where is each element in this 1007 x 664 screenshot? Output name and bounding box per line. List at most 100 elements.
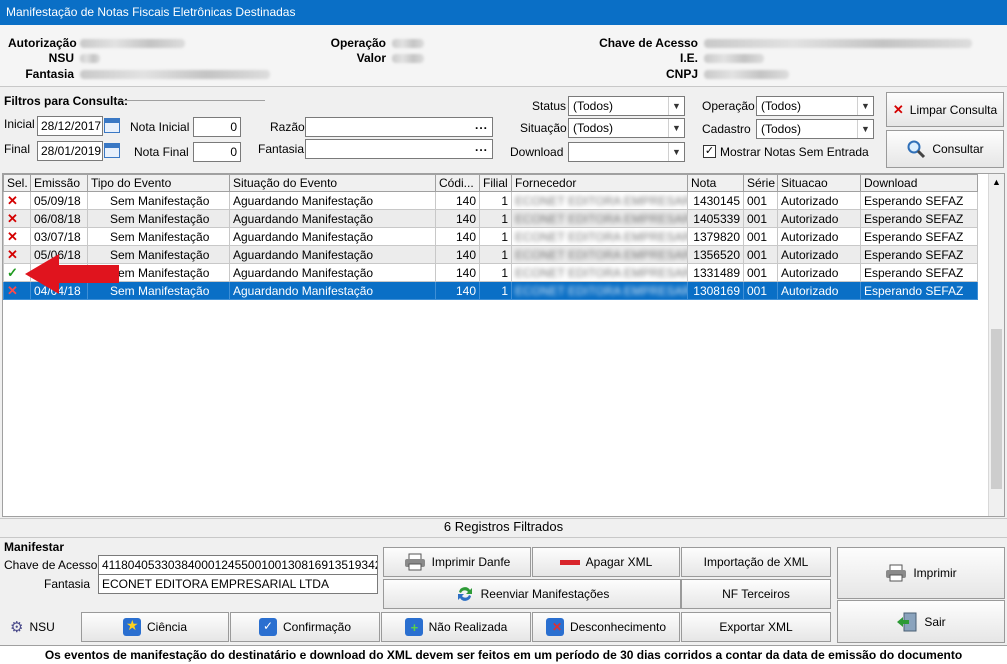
apagar-xml-button[interactable]: Apagar XML (532, 547, 680, 577)
status-select-value: (Todos) (573, 99, 614, 113)
nsu-button-label: NSU (29, 620, 55, 634)
table-row[interactable]: ✕ 06/08/18 Sem Manifestação Aguardando Mani… (3, 209, 978, 228)
serie-cell: 001 (743, 281, 778, 300)
limpar-consulta-button[interactable]: ✕ Limpar Consulta (886, 92, 1004, 127)
imprimir-danfe-button[interactable]: Imprimir Danfe (383, 547, 531, 577)
fantasia-input[interactable]: ... (305, 139, 493, 159)
column-header[interactable]: Situação do Evento (229, 174, 436, 192)
exit-door-icon (897, 612, 917, 631)
filial-cell: 1 (479, 191, 512, 210)
nsu-value (80, 54, 100, 63)
serie-cell: 001 (743, 227, 778, 246)
situacao-select[interactable]: (Todos) ▼ (568, 118, 685, 138)
nota-cell: 1405339 (687, 209, 744, 228)
razao-lookup-button[interactable]: ... (475, 118, 488, 132)
scroll-thumb[interactable] (991, 329, 1002, 489)
scroll-up-icon[interactable]: ▲ (992, 177, 1001, 187)
razao-label: Razão (270, 120, 305, 134)
nf-terceiros-label: NF Terceiros (722, 587, 790, 601)
grid-scrollbar[interactable]: ▲ (988, 174, 1004, 516)
column-header[interactable]: Nota (687, 174, 744, 192)
magnifier-icon (907, 140, 926, 159)
nota-final-label: Nota Final (134, 145, 189, 159)
manifestar-panel: Manifestar Chave de Acesso 4118040533038… (0, 537, 1007, 645)
table-row[interactable]: ✕ 05/09/18 Sem Manifestação Aguardando Mani… (3, 191, 978, 210)
status-label: Status (532, 99, 567, 113)
window-titlebar: Manifestação de Notas Fiscais Eletrônica… (0, 0, 1007, 25)
ie-value (704, 54, 764, 63)
codigo-cell: 140 (435, 245, 480, 264)
column-header[interactable]: Códi... (435, 174, 480, 192)
column-header[interactable]: Download (860, 174, 978, 192)
unselected-x-icon[interactable]: ✕ (3, 227, 31, 246)
serie-cell: 001 (743, 263, 778, 282)
unselected-x-icon[interactable]: ✕ (3, 209, 31, 228)
fantasia-lookup-button[interactable]: ... (475, 140, 488, 154)
status-select[interactable]: (Todos) ▼ (568, 96, 685, 116)
table-row[interactable]: ✓03/05/18Sem ManifestaçãoAguardando Mani… (3, 263, 978, 282)
situacao2-cell: Autorizado (777, 227, 861, 246)
imprimir-button[interactable]: Imprimir (837, 547, 1005, 599)
exportar-xml-button[interactable]: Exportar XML (681, 612, 831, 642)
consultar-button[interactable]: Consultar (886, 130, 1004, 168)
codigo-cell: 140 (435, 263, 480, 282)
column-header[interactable]: Fornecedor (511, 174, 688, 192)
printer-icon (404, 553, 425, 571)
chave-manifest-input[interactable]: 4118040533038400012455001001308169135193… (98, 555, 378, 575)
nao-realizada-button[interactable]: + Não Realizada (381, 612, 531, 642)
desconhecimento-button[interactable]: ✕ Desconhecimento (532, 612, 680, 642)
ciencia-star-icon: ★ (122, 617, 141, 636)
fornecedor-cell: ECONET EDITORA EMPRESARIAL LTDA (511, 263, 688, 282)
nota-cell: 1308169 (687, 281, 744, 300)
nao-realizada-label: Não Realizada (428, 620, 508, 634)
razao-input[interactable]: ... (305, 117, 493, 137)
ciencia-button[interactable]: ★ Ciência (81, 612, 229, 642)
autorizacao-label: Autorização (8, 36, 77, 50)
column-header[interactable]: Série (743, 174, 778, 192)
column-header[interactable]: Situacao (777, 174, 861, 192)
importacao-xml-button[interactable]: Importação de XML (681, 547, 831, 577)
chevron-down-icon: ▼ (857, 97, 873, 115)
inicial-calendar-icon[interactable] (104, 118, 120, 133)
nsu-button[interactable]: ⚙ NSU (4, 612, 80, 642)
inicial-date-input[interactable]: 28/12/2017 (37, 116, 103, 136)
sair-button[interactable]: Sair (837, 600, 1005, 643)
footer-notice: Os eventos de manifestação do destinatár… (0, 645, 1007, 664)
nota-inicial-input[interactable]: 0 (193, 117, 241, 137)
unselected-x-icon[interactable]: ✕ (3, 191, 31, 210)
filial-cell: 1 (479, 245, 512, 264)
column-header[interactable]: Emissão (30, 174, 88, 192)
nota-final-input[interactable]: 0 (193, 142, 241, 162)
chevron-down-icon: ▼ (668, 143, 684, 161)
autorizacao-value (80, 39, 185, 48)
ie-label: I.E. (679, 51, 698, 65)
cadastro-select[interactable]: (Todos) ▼ (756, 119, 874, 139)
mostrar-notas-checkbox[interactable]: ✓ (703, 145, 716, 158)
nf-terceiros-button[interactable]: NF Terceiros (681, 579, 831, 609)
reenviar-manifestacoes-button[interactable]: Reenviar Manifestações (383, 579, 681, 609)
situacao2-cell: Autorizado (777, 245, 861, 264)
column-header[interactable]: Tipo do Evento (87, 174, 230, 192)
nao-realizada-plus-icon: + (404, 618, 423, 636)
nfe-header-panel: Autorização NSU Fantasia Operação Valor … (0, 25, 1007, 87)
clear-x-icon: ✕ (892, 101, 904, 117)
download-cell: Esperando SEFAZ (860, 227, 978, 246)
final-calendar-icon[interactable] (104, 143, 120, 158)
red-arrow-annotation (25, 254, 119, 294)
apagar-xml-label: Apagar XML (585, 555, 653, 569)
table-row[interactable]: ✕ 05/06/18 Sem Manifestação Aguardando Mani… (3, 245, 978, 264)
final-date-input[interactable]: 28/01/2019 (37, 141, 103, 161)
download-select[interactable]: ▼ (568, 142, 685, 162)
table-header-row: Sel. Emissão Tipo do Evento Situação do Eve… (3, 174, 978, 192)
table-row[interactable]: ✕ 03/07/18 Sem Manifestação Aguardando Mani… (3, 227, 978, 246)
confirmacao-button[interactable]: ✓ Confirmação (230, 612, 380, 642)
column-header[interactable]: Filial (479, 174, 512, 192)
fantasia-manifest-input[interactable]: ECONET EDITORA EMPRESARIAL LTDA (98, 574, 378, 594)
fornecedor-cell: ECONET EDITORA EMPRESARIAL LTDA (511, 245, 688, 264)
column-header[interactable]: Sel. (3, 174, 31, 192)
operacao-select-value: (Todos) (761, 99, 802, 113)
minus-icon (559, 559, 580, 565)
notes-grid[interactable]: Sel. Emissão Tipo do Evento Situação do Eve… (2, 173, 1005, 517)
operacao-select[interactable]: (Todos) ▼ (756, 96, 874, 116)
table-row[interactable]: ✕04/04/18Sem ManifestaçãoAguardando Mani… (3, 281, 978, 300)
